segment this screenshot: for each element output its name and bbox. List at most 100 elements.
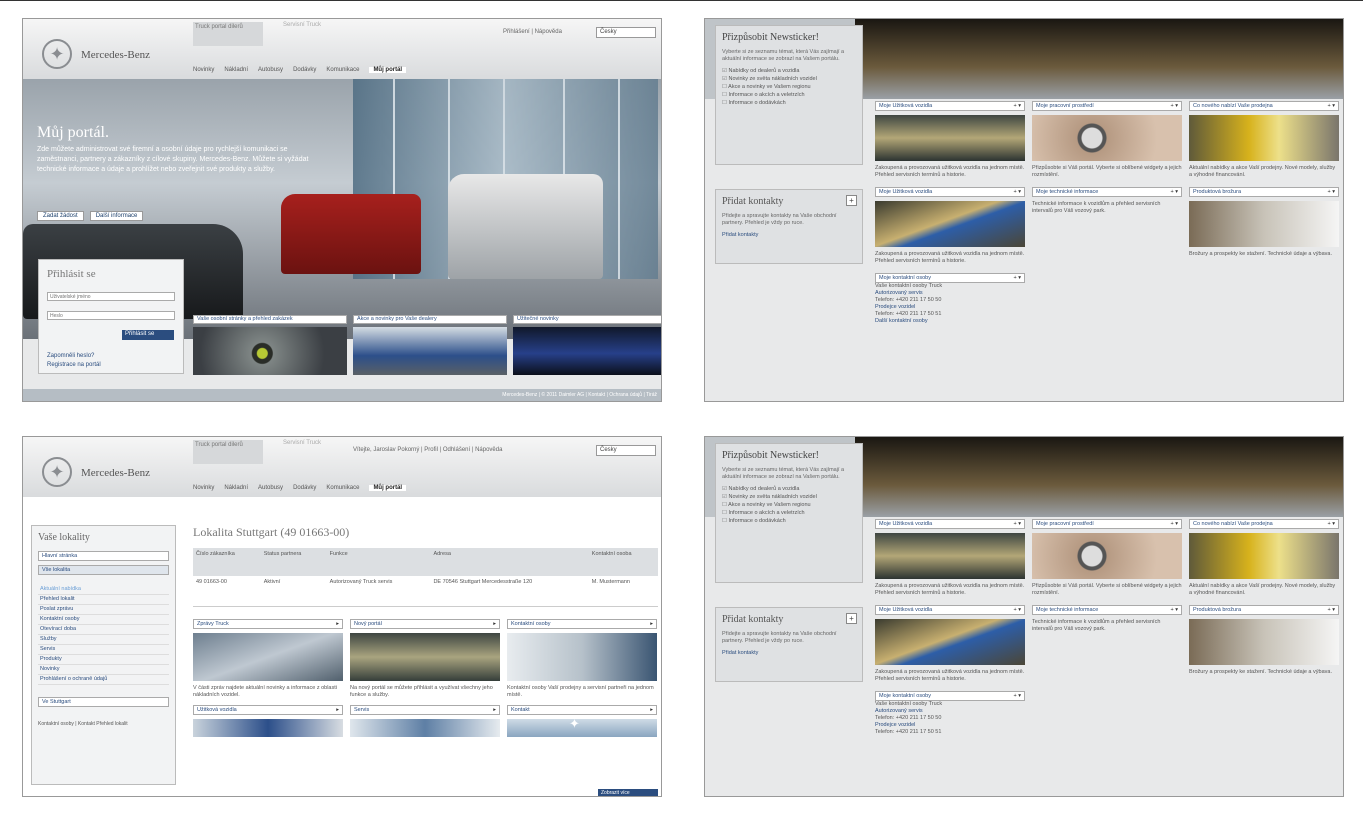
login-button[interactable]: Přihlásit se: [122, 330, 174, 340]
sidebar-item[interactable]: Kontaktní osoby: [38, 615, 169, 625]
nav-item[interactable]: Autobusy: [258, 67, 283, 73]
expand-icon[interactable]: ▸: [650, 621, 653, 628]
tab-service-truck[interactable]: Servisní Truck: [283, 22, 321, 28]
widget-controls-icon[interactable]: + ▾: [1013, 103, 1021, 110]
sidebar-footer[interactable]: Kontaktní osoby | Kontakt Přehled lokali…: [38, 721, 169, 728]
tile-title[interactable]: Nový portál: [354, 621, 382, 627]
header-links[interactable]: Přihlášení | Nápověda: [503, 29, 562, 35]
widget-controls-icon[interactable]: + ▾: [1013, 189, 1021, 196]
widget-title[interactable]: Moje Užitková vozidla: [879, 189, 932, 195]
password-input[interactable]: [47, 311, 175, 320]
tile-title[interactable]: Zprávy Truck: [197, 621, 229, 627]
widget-controls-icon[interactable]: + ▾: [1013, 521, 1021, 528]
nav-item[interactable]: Novinky: [193, 485, 214, 491]
widget-controls-icon[interactable]: + ▾: [1013, 607, 1021, 614]
widget-controls-icon[interactable]: + ▾: [1170, 607, 1178, 614]
widget-title[interactable]: Moje kontaktní osoby: [879, 275, 931, 281]
add-icon[interactable]: +: [846, 613, 857, 624]
widget-title[interactable]: Co nového nabízí Vaše prodejna: [1193, 103, 1273, 109]
widget-controls-icon[interactable]: + ▾: [1327, 607, 1335, 614]
tile-title[interactable]: Kontaktní osoby: [511, 621, 550, 627]
more-contacts-link[interactable]: Další kontaktní osoby: [875, 318, 1025, 325]
newsticker-option[interactable]: Nabídky od dealerů a vozidla: [722, 67, 856, 75]
language-select[interactable]: Česky: [596, 27, 656, 38]
sidebar-city-select[interactable]: Ve Stuttgart: [38, 697, 169, 707]
widget-controls-icon[interactable]: + ▾: [1327, 103, 1335, 110]
widget-controls-icon[interactable]: + ▾: [1170, 103, 1178, 110]
expand-icon[interactable]: ▸: [336, 707, 339, 714]
expand-icon[interactable]: ▸: [493, 707, 496, 714]
newsticker-option[interactable]: Akce a novinky ve Vašem regionu: [722, 83, 856, 91]
nav-item[interactable]: Nákladní: [224, 67, 248, 73]
nav-item[interactable]: Komunikace: [326, 485, 359, 491]
show-more-button[interactable]: Zobrazit více: [598, 789, 658, 796]
nav-item[interactable]: Novinky: [193, 67, 214, 73]
sidebar-item[interactable]: Otevírací doba: [38, 625, 169, 635]
newsticker-option[interactable]: Akce a novinky ve Vašem regionu: [722, 501, 856, 509]
tile-title[interactable]: Kontakt: [511, 707, 530, 713]
expand-icon[interactable]: ▸: [650, 707, 653, 714]
widget-controls-icon[interactable]: + ▾: [1327, 189, 1335, 196]
sidebar-item[interactable]: Přehled lokalit: [38, 595, 169, 605]
widget-title[interactable]: Moje technické informace: [1036, 607, 1098, 613]
tile-title[interactable]: Servis: [354, 707, 369, 713]
nav-item[interactable]: Autobusy: [258, 485, 283, 491]
tab-truck-portal[interactable]: Truck portal dilerů: [193, 440, 263, 464]
newsticker-option[interactable]: Nabídky od dealerů a vozidla: [722, 485, 856, 493]
nav-item[interactable]: Dodávky: [293, 485, 316, 491]
teaser[interactable]: Vaše osobní stránky a přehled zakázek: [193, 315, 347, 375]
widget-controls-icon[interactable]: + ▾: [1170, 189, 1178, 196]
widget-controls-icon[interactable]: + ▾: [1170, 521, 1178, 528]
sidebar-item[interactable]: Poslat zprávu: [38, 605, 169, 615]
register-link[interactable]: Registrace na portál: [47, 361, 175, 370]
sidebar-item[interactable]: Novinky: [38, 665, 169, 675]
tile-title[interactable]: Užitková vozidla: [197, 707, 237, 713]
newsticker-option[interactable]: Informace o akcích a veletrzích: [722, 509, 856, 517]
register-button[interactable]: Zadat žádost: [37, 211, 84, 221]
widget-controls-icon[interactable]: + ▾: [1327, 521, 1335, 528]
username-input[interactable]: [47, 292, 175, 301]
sidebar-item[interactable]: Prohlášení o ochraně údajů: [38, 675, 169, 685]
sidebar-item[interactable]: Servis: [38, 645, 169, 655]
widget-title[interactable]: Produktová brožura: [1193, 607, 1241, 613]
expand-icon[interactable]: ▸: [493, 621, 496, 628]
widget-title[interactable]: Moje kontaktní osoby: [879, 693, 931, 699]
newsticker-option[interactable]: Informace o dodávkách: [722, 517, 856, 525]
nav-item-selected[interactable]: Můj portál: [369, 485, 407, 491]
tab-truck-portal[interactable]: Truck portal dilerů: [193, 22, 263, 46]
sidebar-location-select[interactable]: Vše lokalita: [38, 565, 169, 575]
widget-title[interactable]: Moje pracovní prostředí: [1036, 521, 1094, 527]
newsticker-option[interactable]: Novinky ze světa nákladních vozidel: [722, 75, 856, 83]
widget-title[interactable]: Moje Užitková vozidla: [879, 521, 932, 527]
newsticker-option[interactable]: Novinky ze světa nákladních vozidel: [722, 493, 856, 501]
tab-service-truck[interactable]: Servisní Truck: [283, 440, 321, 446]
add-icon[interactable]: +: [846, 195, 857, 206]
sidebar-home-button[interactable]: Hlavní stránka: [38, 551, 169, 561]
expand-icon[interactable]: ▸: [336, 621, 339, 628]
widget-title[interactable]: Moje Užitková vozidla: [879, 607, 932, 613]
quicklink-link[interactable]: Přidat kontakty: [722, 232, 856, 238]
teaser[interactable]: Akce a novinky pro Vaše dealery: [353, 315, 507, 375]
widget-title[interactable]: Moje technické informace: [1036, 189, 1098, 195]
widget-title[interactable]: Moje pracovní prostředí: [1036, 103, 1094, 109]
widget-controls-icon[interactable]: + ▾: [1013, 693, 1021, 700]
widget-title[interactable]: Produktová brožura: [1193, 189, 1241, 195]
nav-item[interactable]: Dodávky: [293, 67, 316, 73]
forgot-password-link[interactable]: Zapomněli heslo?: [47, 352, 175, 361]
nav-item[interactable]: Nákladní: [224, 485, 248, 491]
teaser-title[interactable]: Užitečné novinky: [513, 315, 661, 324]
nav-item-selected[interactable]: Můj portál: [369, 67, 407, 73]
teaser[interactable]: Užitečné novinky: [513, 315, 661, 375]
language-select[interactable]: Česky: [596, 445, 656, 456]
sidebar-item[interactable]: Aktuální nabídka: [38, 585, 169, 595]
teaser-title[interactable]: Akce a novinky pro Vaše dealery: [353, 315, 507, 324]
newsticker-option[interactable]: Informace o akcích a veletrzích: [722, 91, 856, 99]
nav-item[interactable]: Komunikace: [326, 67, 359, 73]
more-info-button[interactable]: Další informace: [89, 211, 144, 221]
widget-title[interactable]: Co nového nabízí Vaše prodejna: [1193, 521, 1273, 527]
widget-title[interactable]: Moje Užitková vozidla: [879, 103, 932, 109]
header-links[interactable]: Vítejte, Jaroslav Pokorný | Profil | Odh…: [353, 447, 502, 453]
teaser-title[interactable]: Vaše osobní stránky a přehled zakázek: [193, 315, 347, 324]
widget-controls-icon[interactable]: + ▾: [1013, 275, 1021, 282]
sidebar-item[interactable]: Služby: [38, 635, 169, 645]
